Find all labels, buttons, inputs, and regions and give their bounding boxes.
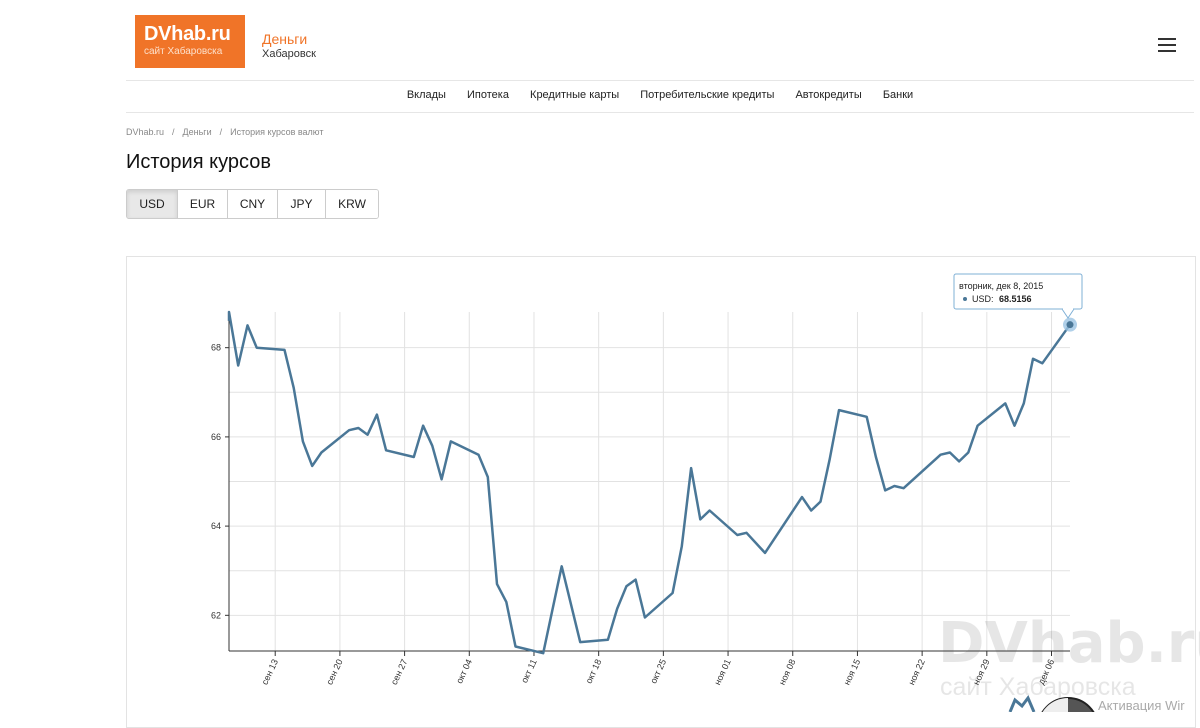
y-tick-label: 64 xyxy=(211,521,221,531)
x-tick-label: ноя 08 xyxy=(777,658,798,687)
watermark-subtitle: сайт Хабаровска xyxy=(940,673,1136,701)
x-axis-ticks: сен 13 сен 20 сен 27 окт 04 окт 11 окт 18 окт … xyxy=(260,651,1056,687)
watermark-title: DVhab.ru xyxy=(938,611,1200,676)
x-tick-label: сен 27 xyxy=(389,658,409,687)
series-line-usd xyxy=(227,310,1072,655)
svg-text:USD: 68.5156: USD: 68.5156 xyxy=(972,294,1032,304)
chart-tooltip: вторник, дек 8, 2015 USD: 68.5156 xyxy=(953,273,1083,319)
x-tick-label: окт 11 xyxy=(519,658,539,685)
y-tick-label: 66 xyxy=(211,432,221,442)
x-tick-label: окт 18 xyxy=(584,658,604,686)
y-axis-ticks: 62 64 66 68 xyxy=(211,343,229,620)
x-tick-label: сен 20 xyxy=(324,658,344,687)
tooltip-series-name: USD: xyxy=(972,294,994,304)
x-tick-label: сен 13 xyxy=(260,658,280,687)
x-tick-label: окт 04 xyxy=(454,658,474,686)
exchange-rate-chart: 62 64 66 68 сен 13 сен 20 сен 27 окт 04 окт 11 о… xyxy=(211,273,1200,712)
x-tick-label: окт 25 xyxy=(648,658,668,686)
watermark: DVhab.ru сайт Хабаровска xyxy=(938,611,1200,701)
tooltip-value: 68.5156 xyxy=(999,294,1032,304)
chart-grid xyxy=(229,312,1070,651)
tooltip-series-marker xyxy=(963,297,967,301)
y-tick-label: 68 xyxy=(211,343,221,353)
tooltip-date: вторник, дек 8, 2015 xyxy=(959,281,1043,291)
x-tick-label: ноя 15 xyxy=(842,658,863,687)
hover-point xyxy=(1066,321,1074,329)
x-tick-label: ноя 22 xyxy=(906,658,927,687)
windows-activation-text: Активация Wir xyxy=(1098,698,1185,712)
chart-series xyxy=(227,310,1077,655)
x-tick-label: ноя 01 xyxy=(712,658,733,687)
y-tick-label: 62 xyxy=(211,610,221,620)
